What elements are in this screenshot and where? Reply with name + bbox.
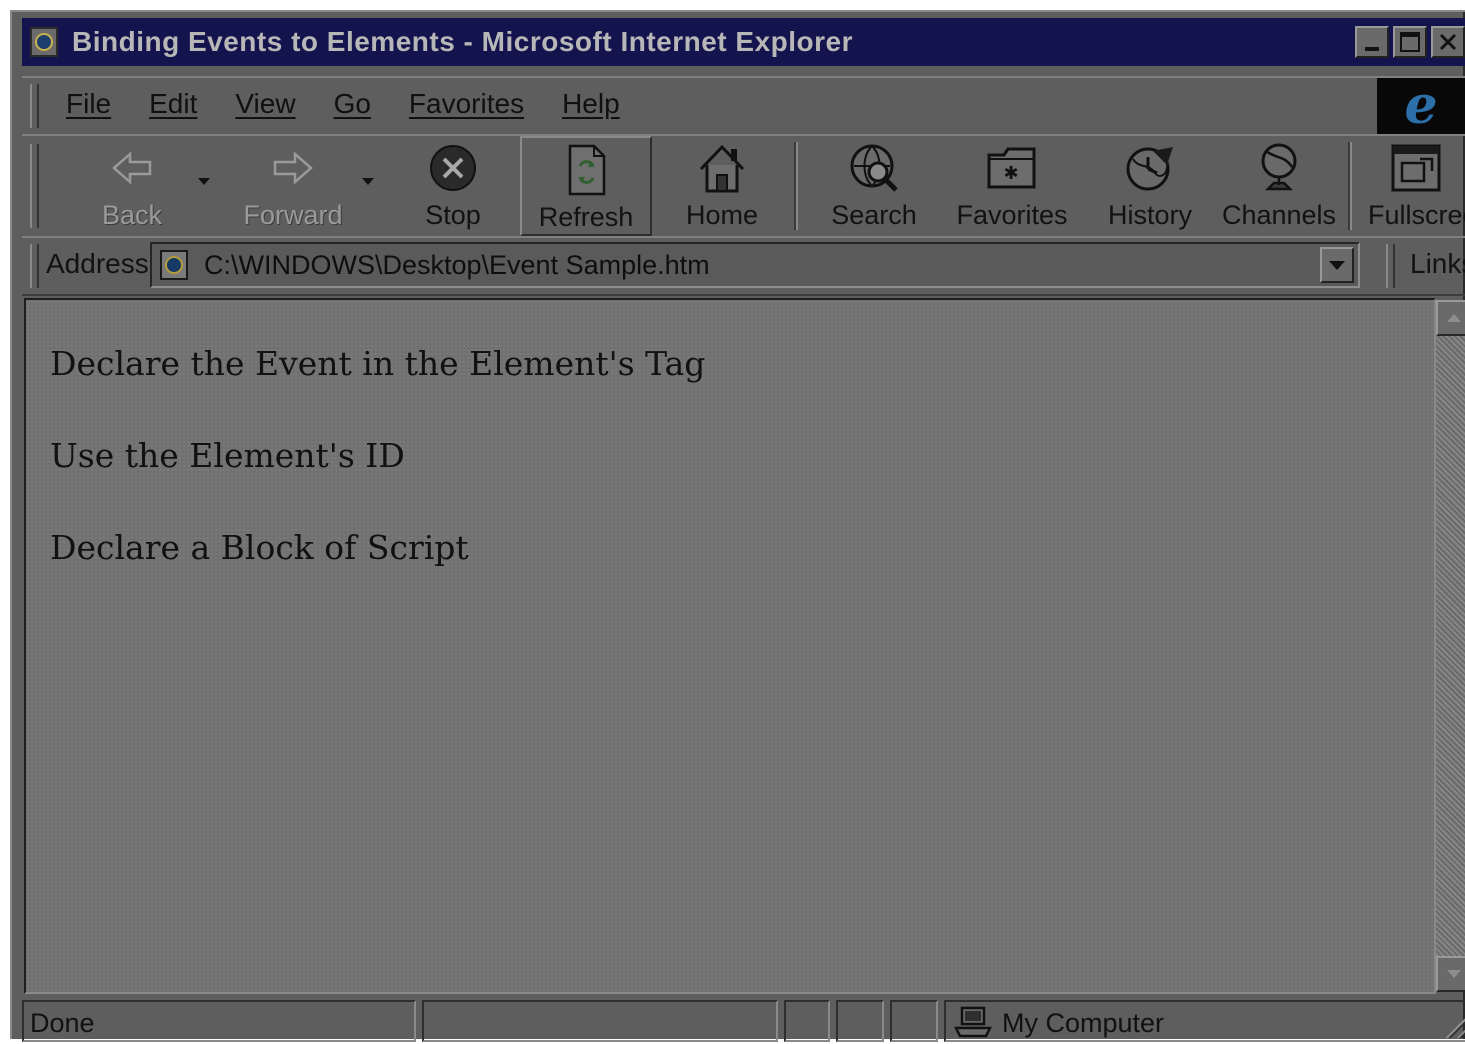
- title-bar[interactable]: Binding Events to Elements - Microsoft I…: [22, 18, 1465, 66]
- links-grip[interactable]: [1386, 244, 1395, 288]
- stop-icon: [428, 142, 478, 194]
- toolbar-separator: [794, 142, 798, 230]
- minimize-icon: [1365, 47, 1379, 51]
- status-progress-panel: [422, 1000, 778, 1042]
- scroll-down-button[interactable]: [1436, 956, 1465, 992]
- back-arrow-icon: [110, 142, 154, 194]
- arrow-down-icon: [1447, 970, 1461, 978]
- my-computer-icon: [954, 1006, 992, 1038]
- favorites-folder-icon: ✱: [986, 142, 1038, 194]
- chevron-down-icon: [1329, 260, 1345, 270]
- status-panel-empty: [784, 1000, 830, 1042]
- refresh-icon: [564, 144, 608, 196]
- history-button[interactable]: History: [1086, 136, 1214, 236]
- ie-logo-icon: e: [1377, 78, 1465, 134]
- fullscreen-icon: [1390, 142, 1442, 194]
- address-label: Address: [46, 248, 149, 279]
- channels-button[interactable]: Channels: [1214, 136, 1344, 236]
- back-button[interactable]: Back: [72, 136, 192, 236]
- menu-edit[interactable]: Edit: [149, 88, 197, 120]
- resize-grip[interactable]: [1441, 1014, 1465, 1038]
- paragraph-declare-event: Declare the Event in the Element's Tag: [50, 344, 706, 383]
- search-globe-icon: [848, 142, 900, 194]
- scroll-up-button[interactable]: [1436, 300, 1465, 336]
- menu-go[interactable]: Go: [334, 88, 371, 120]
- status-text-panel: Done: [22, 1000, 416, 1042]
- arrow-up-icon: [1447, 314, 1461, 322]
- page-icon: [160, 250, 188, 280]
- paragraph-use-element-id: Use the Element's ID: [50, 436, 405, 475]
- menu-grip[interactable]: [30, 84, 39, 128]
- favorites-button[interactable]: ✱ Favorites: [942, 136, 1082, 236]
- menu-view[interactable]: View: [235, 88, 295, 120]
- toolbar-grip[interactable]: [30, 144, 39, 228]
- address-grip[interactable]: [30, 244, 39, 288]
- close-icon: [1439, 33, 1457, 51]
- menu-file[interactable]: File: [66, 88, 111, 120]
- browser-window: Binding Events to Elements - Microsoft I…: [10, 10, 1465, 1042]
- close-button[interactable]: [1431, 26, 1465, 58]
- back-dropdown-arrow[interactable]: [198, 178, 210, 185]
- status-zone-text: My Computer: [1002, 1008, 1165, 1038]
- address-bar: Address C:\WINDOWS\Desktop\Event Sample.…: [22, 236, 1465, 296]
- svg-text:✱: ✱: [1003, 163, 1018, 184]
- forward-dropdown-arrow[interactable]: [362, 178, 374, 185]
- vertical-scrollbar[interactable]: [1436, 300, 1465, 992]
- status-panel-empty: [890, 1000, 938, 1042]
- minimize-button[interactable]: [1355, 26, 1389, 58]
- address-input[interactable]: C:\WINDOWS\Desktop\Event Sample.htm: [150, 242, 1360, 288]
- forward-arrow-icon: [271, 142, 315, 194]
- links-button[interactable]: Links: [1410, 248, 1465, 280]
- maximize-button[interactable]: [1393, 26, 1427, 58]
- forward-button[interactable]: Forward: [228, 136, 358, 236]
- home-button[interactable]: Home: [662, 136, 782, 236]
- status-bar: Done My Computer: [22, 998, 1465, 1044]
- address-value: C:\WINDOWS\Desktop\Event Sample.htm: [204, 250, 710, 280]
- standard-toolbar: Back Forward Stop Refresh Home Search ✱ …: [22, 134, 1465, 238]
- maximize-icon: [1400, 32, 1420, 52]
- menu-help[interactable]: Help: [562, 88, 620, 120]
- page-content: Declare the Event in the Element's Tag U…: [24, 298, 1436, 994]
- toolbar-separator: [1348, 142, 1352, 230]
- ie-page-icon[interactable]: [30, 27, 58, 57]
- menu-bar: File Edit View Go Favorites Help e: [22, 76, 1465, 136]
- status-zone-panel: My Computer: [944, 1000, 1465, 1042]
- window-title: Binding Events to Elements - Microsoft I…: [72, 26, 853, 57]
- menu-favorites[interactable]: Favorites: [409, 88, 524, 120]
- refresh-button[interactable]: Refresh: [520, 136, 652, 236]
- paragraph-declare-script-block: Declare a Block of Script: [50, 528, 469, 567]
- home-icon: [697, 142, 747, 194]
- fullscreen-button[interactable]: Fullscree: [1362, 136, 1465, 236]
- history-icon: [1123, 142, 1177, 194]
- address-dropdown-button[interactable]: [1320, 247, 1354, 283]
- status-text: Done: [30, 1008, 95, 1038]
- stop-button[interactable]: Stop: [398, 136, 508, 236]
- search-button[interactable]: Search: [814, 136, 934, 236]
- status-panel-empty: [836, 1000, 884, 1042]
- channels-satellite-icon: [1254, 142, 1304, 194]
